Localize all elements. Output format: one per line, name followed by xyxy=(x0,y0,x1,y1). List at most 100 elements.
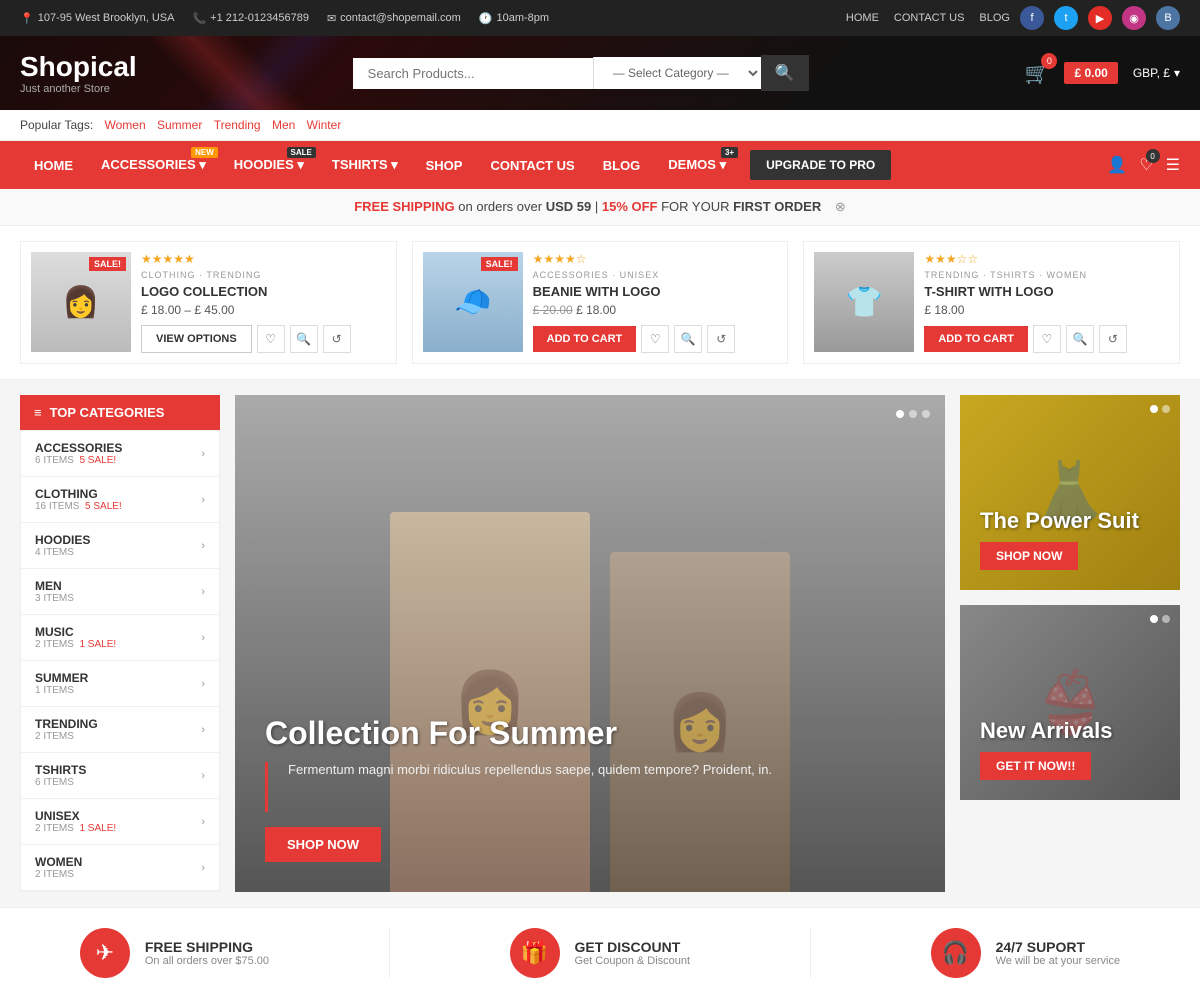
quickview-button-3[interactable]: 🔍 xyxy=(1066,325,1094,353)
nav-hoodies[interactable]: HOODIES ▾ SALE xyxy=(220,141,318,189)
cart-total[interactable]: £ 0.00 xyxy=(1064,62,1117,84)
feature-shipping-text: FREE SHIPPING On all orders over $75.00 xyxy=(145,939,269,967)
logo-area: Shopical Just another Store xyxy=(20,51,137,95)
na-dot-1[interactable] xyxy=(1150,615,1158,623)
new-arrivals-title: New Arrivals xyxy=(980,718,1160,744)
ps-dot-1[interactable] xyxy=(1150,405,1158,413)
instagram-icon[interactable]: ◉ xyxy=(1122,6,1146,30)
currency-selector[interactable]: GBP, £ ▾ xyxy=(1133,66,1180,80)
wishlist-button-1[interactable]: ♡ xyxy=(257,325,285,353)
sidebar-items: ACCESSORIES 6 ITEMS 5 SALE! › CLOTHING 1… xyxy=(20,430,220,892)
product-actions-1: VIEW OPTIONS ♡ 🔍 ↺ xyxy=(141,325,386,353)
chevron-right-icon: › xyxy=(201,632,205,644)
category-select[interactable]: — Select Category — Accessories Clothing… xyxy=(593,57,761,89)
discount-icon: 🎁 xyxy=(510,928,560,978)
vk-icon[interactable]: B xyxy=(1156,6,1180,30)
tag-men[interactable]: Men xyxy=(272,118,295,132)
logo[interactable]: Shopical xyxy=(20,51,137,83)
nav-demos[interactable]: DEMOS ▾ 3+ xyxy=(654,141,740,189)
nav-home[interactable]: HOME xyxy=(20,142,87,189)
feature-support-text: 24/7 SUPORT We will be at your service xyxy=(996,939,1121,967)
sidebar-item-tshirts[interactable]: TSHIRTS 6 ITEMS › xyxy=(21,753,219,799)
sale-badge-1: SALE! xyxy=(89,257,126,271)
power-suit-cta[interactable]: SHOP NOW xyxy=(980,542,1078,570)
user-icon[interactable]: 👤 xyxy=(1107,155,1127,175)
feature-discount: 🎁 GET DISCOUNT Get Coupon & Discount xyxy=(510,928,691,978)
ps-dot-2[interactable] xyxy=(1162,405,1170,413)
twitter-icon[interactable]: t xyxy=(1054,6,1078,30)
menu-icon[interactable]: ☰ xyxy=(1166,155,1180,175)
main-banner-desc: Fermentum magni morbi ridiculus repellen… xyxy=(288,762,772,777)
top-nav-links: HOME CONTACT US BLOG xyxy=(846,12,1010,24)
sidebar-item-trending[interactable]: TRENDING 2 ITEMS › xyxy=(21,707,219,753)
cart-icon[interactable]: 🛒 0 xyxy=(1025,61,1050,86)
free-shipping-detail: on orders over xyxy=(458,199,545,214)
facebook-icon[interactable]: f xyxy=(1020,6,1044,30)
cart-badge: 0 xyxy=(1041,53,1057,69)
location-icon: 📍 xyxy=(20,12,34,25)
view-options-button-1[interactable]: VIEW OPTIONS xyxy=(141,325,252,353)
sidebar-item-summer[interactable]: SUMMER 1 ITEMS › xyxy=(21,661,219,707)
support-title: 24/7 SUPORT xyxy=(996,939,1121,955)
dot-2[interactable] xyxy=(909,410,917,418)
sidebar-item-women[interactable]: WOMEN 2 ITEMS › xyxy=(21,845,219,891)
product-title-3: T-SHIRT WITH LOGO xyxy=(924,284,1169,299)
new-arrivals-cta[interactable]: GET IT NOW!! xyxy=(980,752,1091,780)
nav-items: HOME ACCESSORIES ▾ NEW HOODIES ▾ SALE TS… xyxy=(20,141,891,189)
tag-winter[interactable]: Winter xyxy=(307,118,342,132)
products-row: 👩 SALE! ★★★★★ CLOTHING · TRENDING LOGO C… xyxy=(0,226,1200,380)
close-promo-button[interactable]: ⊗ xyxy=(835,199,846,214)
email: ✉ contact@shopemail.com xyxy=(327,12,461,25)
discount-sub: Get Coupon & Discount xyxy=(575,955,691,967)
compare-button-1[interactable]: ↺ xyxy=(323,325,351,353)
power-suit-banner: 👗 The Power Suit SHOP NOW xyxy=(960,395,1180,590)
search-input[interactable] xyxy=(353,58,593,89)
dot-1[interactable] xyxy=(896,410,904,418)
phone: 📞 +1 212-0123456789 xyxy=(192,12,309,25)
main-banner-overlay: Collection For Summer Fermentum magni mo… xyxy=(235,685,945,892)
sidebar-item-music[interactable]: MUSIC 2 ITEMS 1 SALE! › xyxy=(21,615,219,661)
discount-label: 15% OFF xyxy=(602,199,658,214)
main-banner-cta[interactable]: SHOP NOW xyxy=(265,827,381,862)
header: Shopical Just another Store — Select Cat… xyxy=(0,36,1200,110)
quickview-button-2[interactable]: 🔍 xyxy=(674,325,702,353)
main-banner-title: Collection For Summer xyxy=(265,715,915,752)
compare-button-2[interactable]: ↺ xyxy=(707,325,735,353)
tag-summer[interactable]: Summer xyxy=(157,118,202,132)
sidebar-item-clothing[interactable]: CLOTHING 16 ITEMS 5 SALE! › xyxy=(21,477,219,523)
tag-women[interactable]: Women xyxy=(105,118,146,132)
nav-shop[interactable]: SHOP xyxy=(412,142,477,189)
top-bar: 📍 107-95 West Brooklyn, USA 📞 +1 212-012… xyxy=(0,0,1200,36)
product-cats-3: TRENDING · TSHIRTS · WOMEN xyxy=(924,270,1169,280)
dot-3[interactable] xyxy=(922,410,930,418)
upgrade-button[interactable]: UPGRADE TO PRO xyxy=(750,150,891,180)
sidebar-item-unisex[interactable]: UNISEX 2 ITEMS 1 SALE! › xyxy=(21,799,219,845)
add-to-cart-button-2[interactable]: ADD TO CART xyxy=(533,326,637,352)
quickview-button-1[interactable]: 🔍 xyxy=(290,325,318,353)
wishlist-button-2[interactable]: ♡ xyxy=(641,325,669,353)
tag-trending[interactable]: Trending xyxy=(214,118,261,132)
top-blog-link[interactable]: BLOG xyxy=(979,12,1010,24)
wishlist-icon[interactable]: ♡ 0 xyxy=(1139,155,1153,175)
sidebar-item-men[interactable]: MEN 3 ITEMS › xyxy=(21,569,219,615)
sidebar-item-hoodies[interactable]: HOODIES 4 ITEMS › xyxy=(21,523,219,569)
add-to-cart-button-3[interactable]: ADD TO CART xyxy=(924,326,1028,352)
nav-accessories[interactable]: ACCESSORIES ▾ NEW xyxy=(87,141,220,189)
top-contact-link[interactable]: CONTACT US xyxy=(894,12,965,24)
compare-button-3[interactable]: ↺ xyxy=(1099,325,1127,353)
top-home-link[interactable]: HOME xyxy=(846,12,879,24)
new-arrivals-banner: 👙 New Arrivals GET IT NOW!! xyxy=(960,605,1180,800)
promo-divider: | xyxy=(595,199,602,214)
nav-contact[interactable]: CONTACT US xyxy=(476,142,588,189)
sidebar-item-accessories[interactable]: ACCESSORIES 6 ITEMS 5 SALE! › xyxy=(21,431,219,477)
chevron-right-icon: › xyxy=(201,862,205,874)
search-button[interactable]: 🔍 xyxy=(761,55,809,91)
na-dot-2[interactable] xyxy=(1162,615,1170,623)
wishlist-button-3[interactable]: ♡ xyxy=(1033,325,1061,353)
nav-blog[interactable]: BLOG xyxy=(589,142,655,189)
wishlist-badge: 0 xyxy=(1146,149,1160,163)
youtube-icon[interactable]: ▶ xyxy=(1088,6,1112,30)
nav-tshirts[interactable]: TSHIRTS ▾ xyxy=(318,141,412,189)
sidebar: ≡ TOP CATEGORIES ACCESSORIES 6 ITEMS 5 S… xyxy=(20,395,220,892)
main-banner-dots xyxy=(896,410,930,418)
